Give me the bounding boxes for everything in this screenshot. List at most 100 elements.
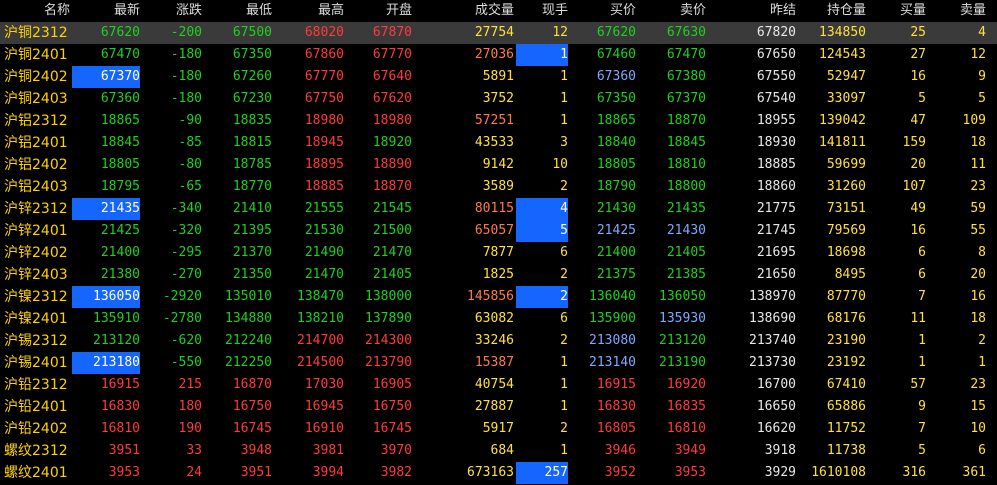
header-volume[interactable]: 成交量 <box>422 0 514 22</box>
header-open[interactable]: 开盘 <box>346 0 412 22</box>
ask-qty: 361 <box>962 465 986 480</box>
header-prev-settle[interactable]: 昨结 <box>730 0 796 22</box>
volume: 40754 <box>474 377 514 392</box>
table-row[interactable]: 沪铜2312 67620 -200 67500 68020 67870 27754 12 676… <box>0 22 997 44</box>
price-change: 215 <box>178 377 202 392</box>
header-name[interactable]: 名称 <box>2 0 70 22</box>
table-row[interactable]: 沪铜2401 67470 -180 67350 67860 67770 27036 1 6746… <box>0 44 997 66</box>
table-row[interactable]: 沪铜2403 67360 -180 67230 67750 67620 3752 1 67350… <box>0 88 997 110</box>
bid-qty: 6 <box>918 267 926 282</box>
table-row[interactable]: 沪锌2401 21425 -320 21395 21530 21500 65057 5 2142… <box>0 220 997 242</box>
volume: 684 <box>490 443 514 458</box>
low-price: 3948 <box>240 443 272 458</box>
table-row[interactable]: 沪铅2402 16810 190 16745 16910 16745 5917 2 16805 1… <box>0 418 997 440</box>
table-row[interactable]: 沪铝2403 18795 -65 18770 18885 18870 3589 2 18790 1… <box>0 176 997 198</box>
ask-qty: 109 <box>962 113 986 128</box>
current-hand: 1 <box>560 443 568 458</box>
low-price: 67350 <box>232 47 272 62</box>
header-bid[interactable]: 买价 <box>572 0 636 22</box>
bid-price: 136040 <box>589 289 636 304</box>
volume: 673163 <box>467 465 514 480</box>
low-price: 67500 <box>232 25 272 40</box>
price-change: 190 <box>178 421 202 436</box>
ask-qty: 59 <box>970 201 986 216</box>
header-open-interest[interactable]: 持仓量 <box>800 0 866 22</box>
open-interest: 139042 <box>819 113 866 128</box>
header-bid-qty[interactable]: 买量 <box>870 0 926 22</box>
current-hand: 4 <box>516 198 568 220</box>
last-price: 3951 <box>108 443 140 458</box>
low-price: 212240 <box>225 333 272 348</box>
ask-qty: 6 <box>978 443 986 458</box>
header-high[interactable]: 最高 <box>276 0 344 22</box>
ask-price: 136050 <box>659 289 706 304</box>
table-row[interactable]: 沪锌2402 21400 -295 21370 21490 21470 7877 6 21400… <box>0 242 997 264</box>
last-price: 213180 <box>72 352 140 374</box>
last-price: 21380 <box>100 267 140 282</box>
last-price: 136050 <box>72 286 140 308</box>
table-row[interactable]: 沪锡2401 213180 -550 212250 214500 213790 15387 1… <box>0 352 997 374</box>
header-current-hand[interactable]: 现手 <box>516 0 568 22</box>
header-last[interactable]: 最新 <box>72 0 140 22</box>
open-interest: 67410 <box>826 377 866 392</box>
high-price: 21530 <box>304 223 344 238</box>
prev-settle: 213740 <box>749 333 796 348</box>
table-row[interactable]: 沪铅2401 16830 180 16750 16945 16750 27887 1 16830… <box>0 396 997 418</box>
price-change: 24 <box>186 465 202 480</box>
volume: 5917 <box>482 421 514 436</box>
table-row[interactable]: 沪铝2402 18805 -80 18785 18895 18890 9142 10 18805… <box>0 154 997 176</box>
prev-settle: 67540 <box>756 91 796 106</box>
table-row[interactable]: 沪锡2312 213120 -620 212240 214700 214300 33246 2… <box>0 330 997 352</box>
open-interest: 141811 <box>819 135 866 150</box>
prev-settle: 16700 <box>756 377 796 392</box>
table-row[interactable]: 沪铜2402 67370 -180 67260 67770 67640 5891 1 67360… <box>0 66 997 88</box>
table-row[interactable]: 螺纹2401 3953 24 3951 3994 3982 673163 257 3952 395… <box>0 462 997 484</box>
bid-price: 213140 <box>589 355 636 370</box>
high-price: 3994 <box>312 465 344 480</box>
high-price: 3981 <box>312 443 344 458</box>
table-row[interactable]: 沪铝2312 18865 -90 18835 18980 18980 57251 1 18865… <box>0 110 997 132</box>
bid-qty: 47 <box>910 113 926 128</box>
open-price: 18890 <box>372 157 412 172</box>
price-change: -340 <box>170 201 202 216</box>
prev-settle: 67550 <box>756 69 796 84</box>
table-row[interactable]: 螺纹2312 3951 33 3948 3981 3970 684 1 3946 3949 3918… <box>0 440 997 462</box>
header-change[interactable]: 涨跌 <box>142 0 202 22</box>
prev-settle: 21745 <box>756 223 796 238</box>
low-price: 18835 <box>232 113 272 128</box>
header-ask-qty[interactable]: 卖量 <box>930 0 986 22</box>
ask-qty: 2 <box>978 333 986 348</box>
high-price: 18945 <box>304 135 344 150</box>
volume: 27754 <box>474 25 514 40</box>
open-interest: 18698 <box>826 245 866 260</box>
bid-qty: 20 <box>910 157 926 172</box>
low-price: 21410 <box>232 201 272 216</box>
table-row[interactable]: 沪铝2401 18845 -85 18815 18945 18920 43533 3 18840… <box>0 132 997 154</box>
prev-settle: 3918 <box>764 443 796 458</box>
bid-price: 21430 <box>596 201 636 216</box>
last-price: 18805 <box>100 157 140 172</box>
bid-price: 21400 <box>596 245 636 260</box>
open-price: 21545 <box>372 201 412 216</box>
bid-price: 67460 <box>596 47 636 62</box>
open-price: 67770 <box>372 47 412 62</box>
high-price: 18980 <box>304 113 344 128</box>
table-row[interactable]: 沪锌2312 21435 -340 21410 21555 21545 80115 4 2143… <box>0 198 997 220</box>
quote-table: 名称 最新 涨跌 最低 最高 开盘 成交量 现手 买价 卖价 昨结 持仓量 买量… <box>0 0 997 484</box>
table-row[interactable]: 沪镍2312 136050 -2920 135010 138470 138000 14585… <box>0 286 997 308</box>
volume: 65057 <box>474 223 514 238</box>
last-price: 18865 <box>100 113 140 128</box>
table-row[interactable]: 沪镍2401 135910 -2780 134880 138210 137890 63082… <box>0 308 997 330</box>
bid-price: 67350 <box>596 91 636 106</box>
low-price: 18785 <box>232 157 272 172</box>
table-row[interactable]: 沪铅2312 16915 215 16870 17030 16905 40754 1 16915… <box>0 374 997 396</box>
current-hand: 2 <box>560 421 568 436</box>
current-hand: 1 <box>560 91 568 106</box>
header-ask[interactable]: 卖价 <box>640 0 706 22</box>
last-price: 135910 <box>93 311 140 326</box>
ask-qty: 15 <box>970 399 986 414</box>
table-row[interactable]: 沪锌2403 21380 -270 21350 21470 21405 1825 2 21375… <box>0 264 997 286</box>
ask-price: 18800 <box>666 179 706 194</box>
bid-price: 213080 <box>589 333 636 348</box>
header-low[interactable]: 最低 <box>204 0 272 22</box>
